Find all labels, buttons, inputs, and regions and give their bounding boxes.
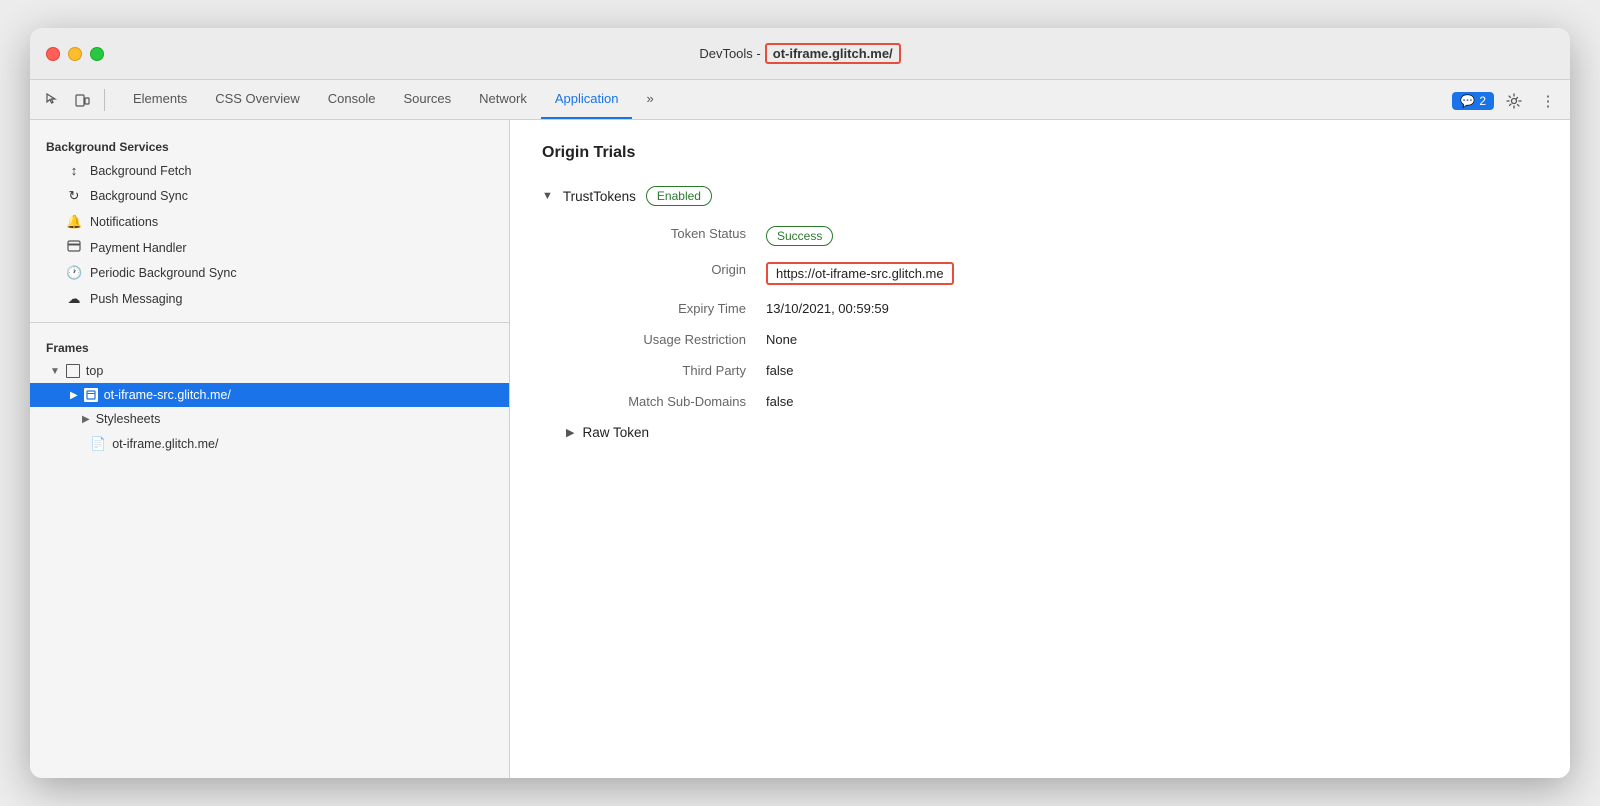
toolbar-left (38, 80, 111, 119)
device-toolbar-icon[interactable] (68, 86, 96, 114)
sidebar-item-label: Payment Handler (90, 241, 187, 255)
close-button[interactable] (46, 47, 60, 61)
more-options-icon[interactable]: ⋮ (1534, 87, 1562, 115)
match-sub-domains-value: false (766, 394, 1538, 409)
sidebar-item-label: Background Sync (90, 189, 188, 203)
sidebar-item-label: Background Fetch (90, 164, 191, 178)
periodic-sync-icon: 🕐 (66, 265, 82, 281)
tree-arrow-down: ▼ (50, 366, 60, 377)
sidebar-item-notifications[interactable]: 🔔 Notifications (30, 209, 509, 235)
tree-item-stylesheets[interactable]: ▶ Stylesheets (30, 407, 509, 431)
origin-value: https://ot-iframe-src.glitch.me (766, 262, 954, 285)
tree-arrow-right-stylesheets: ▶ (82, 414, 90, 425)
detail-title: Origin Trials (542, 144, 1538, 162)
origin-label: Origin (566, 262, 766, 277)
background-fetch-icon: ↕ (66, 163, 82, 178)
token-status-value: Success (766, 226, 833, 246)
sidebar-item-label: Push Messaging (90, 292, 182, 306)
sidebar-divider (30, 322, 509, 323)
tree-item-label: top (86, 364, 103, 378)
raw-token-row: ▶ Raw Token (566, 425, 1538, 440)
settings-icon[interactable] (1500, 87, 1528, 115)
main-content: Background Services ↕ Background Fetch ↻… (30, 120, 1570, 778)
sidebar-item-label: Periodic Background Sync (90, 266, 237, 280)
payment-handler-icon (66, 240, 82, 255)
trust-tokens-header: ▼ TrustTokens Enabled (542, 186, 1538, 206)
expiry-label: Expiry Time (566, 301, 766, 316)
push-messaging-icon: ☁ (66, 291, 82, 307)
background-services-title: Background Services (30, 132, 509, 158)
window-title: DevTools - ot-iframe.glitch.me/ (699, 43, 900, 64)
tree-item-label: ot-iframe-src.glitch.me/ (104, 388, 231, 402)
sidebar-item-background-fetch[interactable]: ↕ Background Fetch (30, 158, 509, 183)
detail-rows: Token Status Success Origin https://ot-i… (566, 226, 1538, 409)
tree-item-label: Stylesheets (96, 412, 161, 426)
raw-token-label: Raw Token (582, 425, 649, 440)
sidebar-item-payment-handler[interactable]: Payment Handler (30, 235, 509, 260)
detail-row-token-status: Token Status Success (566, 226, 1538, 246)
third-party-label: Third Party (566, 363, 766, 378)
tab-css-overview[interactable]: CSS Overview (201, 80, 314, 119)
trust-tokens-expand-icon[interactable]: ▼ (542, 190, 553, 202)
raw-token-expand-icon[interactable]: ▶ (566, 426, 574, 439)
notifications-icon: 🔔 (66, 214, 82, 230)
toolbar-tabs: Elements CSS Overview Console Sources Ne… (119, 80, 1452, 119)
traffic-lights (46, 47, 104, 61)
detail-row-third-party: Third Party false (566, 363, 1538, 378)
token-status-label: Token Status (566, 226, 766, 241)
tree-item-iframe-src[interactable]: ▶ ot-iframe-src.glitch.me/ (30, 383, 509, 407)
sidebar: Background Services ↕ Background Fetch ↻… (30, 120, 510, 778)
match-sub-domains-label: Match Sub-Domains (566, 394, 766, 409)
enabled-badge: Enabled (646, 186, 712, 206)
titlebar: DevTools - ot-iframe.glitch.me/ (30, 28, 1570, 80)
sidebar-item-label: Notifications (90, 215, 158, 229)
devtools-label: DevTools - (699, 46, 760, 61)
tab-console[interactable]: Console (314, 80, 390, 119)
expiry-value: 13/10/2021, 00:59:59 (766, 301, 1538, 316)
sidebar-item-periodic-background-sync[interactable]: 🕐 Periodic Background Sync (30, 260, 509, 286)
tree-arrow-right: ▶ (70, 390, 78, 401)
detail-panel: Origin Trials ▼ TrustTokens Enabled Toke… (510, 120, 1570, 778)
tree-item-top[interactable]: ▼ top (30, 359, 509, 383)
third-party-value: false (766, 363, 1538, 378)
file-icon: 📄 (90, 436, 106, 452)
detail-row-origin: Origin https://ot-iframe-src.glitch.me (566, 262, 1538, 285)
inspect-icon[interactable] (38, 86, 66, 114)
detail-row-match-sub-domains: Match Sub-Domains false (566, 394, 1538, 409)
toolbar-separator (104, 89, 105, 111)
message-count: 2 (1479, 94, 1486, 108)
sidebar-item-push-messaging[interactable]: ☁ Push Messaging (30, 286, 509, 312)
usage-restriction-value: None (766, 332, 1538, 347)
iframe-frame-icon (84, 388, 98, 402)
message-badge[interactable]: 💬 2 (1452, 92, 1494, 110)
detail-row-expiry: Expiry Time 13/10/2021, 00:59:59 (566, 301, 1538, 316)
detail-row-usage-restriction: Usage Restriction None (566, 332, 1538, 347)
tab-sources[interactable]: Sources (389, 80, 465, 119)
tab-network[interactable]: Network (465, 80, 541, 119)
top-frame-icon (66, 364, 80, 378)
maximize-button[interactable] (90, 47, 104, 61)
minimize-button[interactable] (68, 47, 82, 61)
toolbar-right: 💬 2 ⋮ (1452, 87, 1562, 119)
tab-application[interactable]: Application (541, 80, 633, 119)
tab-elements[interactable]: Elements (119, 80, 201, 119)
tree-item-file[interactable]: 📄 ot-iframe.glitch.me/ (30, 431, 509, 457)
background-sync-icon: ↻ (66, 188, 82, 204)
tree-item-label: ot-iframe.glitch.me/ (112, 437, 218, 451)
usage-restriction-label: Usage Restriction (566, 332, 766, 347)
sidebar-item-background-sync[interactable]: ↻ Background Sync (30, 183, 509, 209)
tab-more[interactable]: » (632, 80, 667, 119)
trust-tokens-label: TrustTokens (563, 189, 636, 204)
url-highlight: ot-iframe.glitch.me/ (765, 43, 901, 64)
devtools-window: DevTools - ot-iframe.glitch.me/ Elements… (30, 28, 1570, 778)
toolbar: Elements CSS Overview Console Sources Ne… (30, 80, 1570, 120)
frames-title: Frames (30, 333, 509, 359)
message-icon: 💬 (1460, 94, 1475, 108)
